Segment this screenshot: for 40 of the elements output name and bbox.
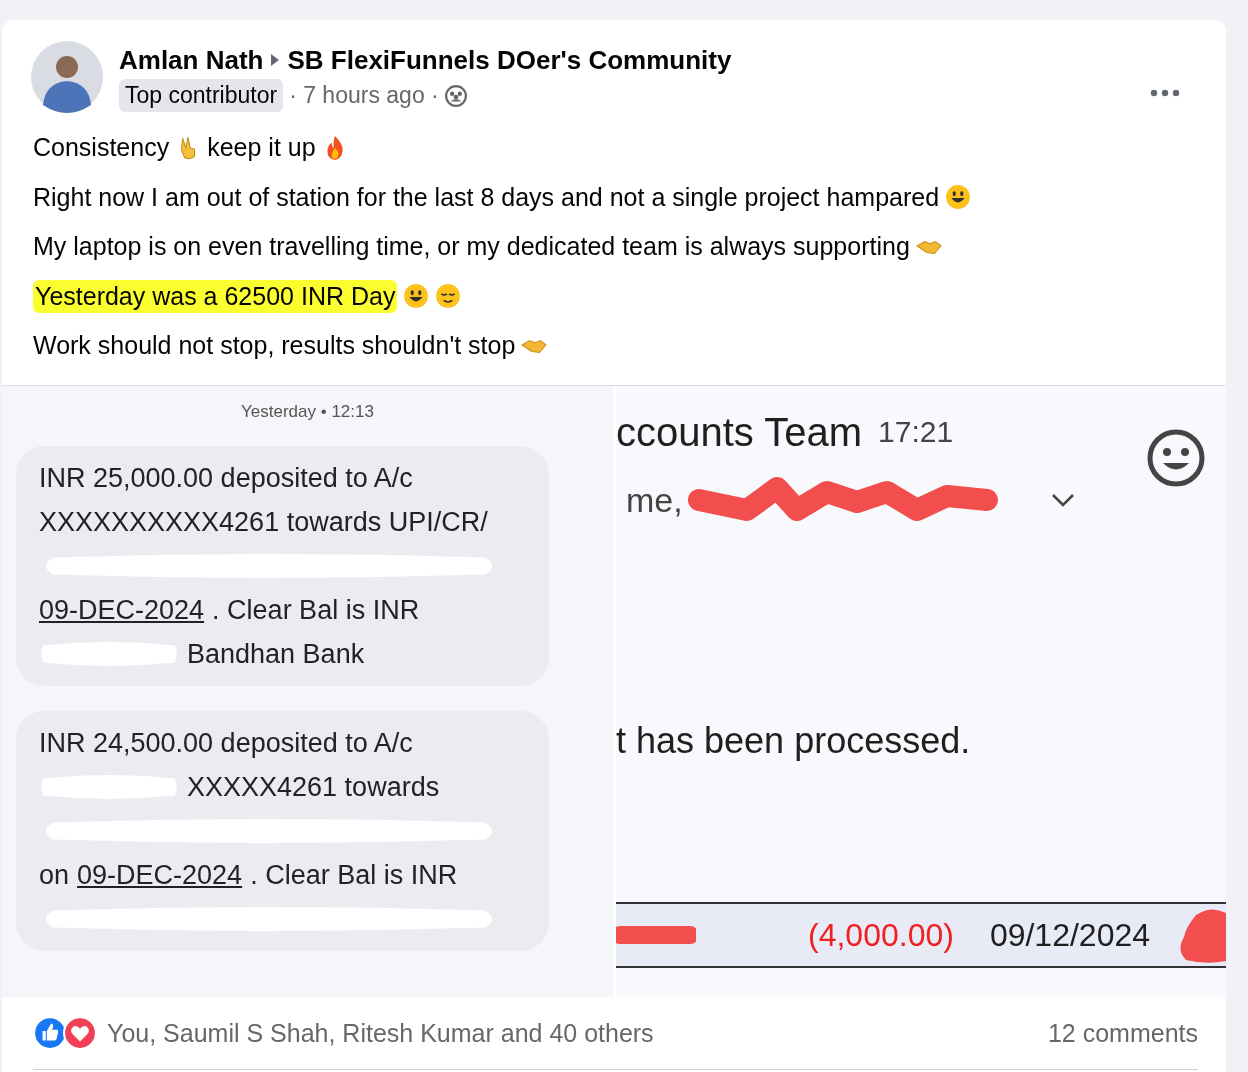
message-text: . Clear Bal is INR (212, 594, 420, 626)
message-timestamp: Yesterday • 12:13 (240, 402, 375, 422)
reactions-summary[interactable]: You, Saumil S Shah, Ritesh Kumar and 40 others (107, 1018, 654, 1048)
date-link[interactable]: 09-DEC-2024 (39, 594, 205, 626)
smiley-icon (403, 283, 430, 310)
date-link[interactable]: 09-DEC-2024 (77, 859, 243, 891)
love-icon[interactable] (63, 1016, 97, 1050)
email-sender: ccounts Team (616, 409, 863, 455)
message-text: . Clear Bal is INR (250, 859, 458, 891)
group-icon (444, 84, 467, 107)
email-body: t has been processed. (616, 720, 972, 762)
message-text: INR 25,000.00 deposited to A/c (39, 462, 413, 494)
avatar[interactable] (31, 41, 103, 113)
post-text: My laptop is on even travelling time, or my dedicated team is always supporting (33, 232, 910, 262)
post-text: Right now I am out of station for the last 8 days and not a single project hampared (33, 182, 940, 212)
emoji-reaction-icon[interactable] (1146, 428, 1206, 488)
message-text: on (39, 859, 70, 891)
message-text: XXXXX4261 towards (187, 771, 440, 803)
more-icon[interactable] (1150, 89, 1180, 97)
message-text: Bandhan Bank (187, 638, 365, 670)
chevron-down-icon[interactable] (1050, 493, 1075, 507)
message-text: XXXXXXXXXX4261 towards UPI/CR/ (39, 506, 488, 538)
post-text: Work should not stop, results shouldn't stop (33, 331, 516, 361)
post-text: Yesterday was a 62500 INR Day (33, 279, 398, 313)
smiley-icon (945, 184, 972, 211)
email-recipients: me, (626, 480, 683, 520)
comments-count[interactable]: 12 comments (1047, 1018, 1198, 1048)
relieved-face-icon (435, 283, 462, 310)
triangle-icon (270, 53, 281, 67)
date-cell: 09/12/2024 (989, 916, 1151, 954)
contributor-badge: Top contributor (119, 79, 284, 112)
post-time[interactable]: · 7 hours ago · (289, 82, 439, 109)
post-text: Consistency (33, 133, 170, 163)
amount-cell: (4,000.00) (808, 916, 954, 954)
message-text: INR 24,500.00 deposited to A/c (39, 727, 413, 759)
like-icon[interactable] (33, 1016, 67, 1050)
author-name[interactable]: Amlan Nath (119, 44, 264, 76)
group-name[interactable]: SB FlexiFunnels DOer's Community (287, 44, 732, 76)
post-text: keep it up (207, 133, 316, 163)
email-time: 17:21 (878, 415, 954, 449)
